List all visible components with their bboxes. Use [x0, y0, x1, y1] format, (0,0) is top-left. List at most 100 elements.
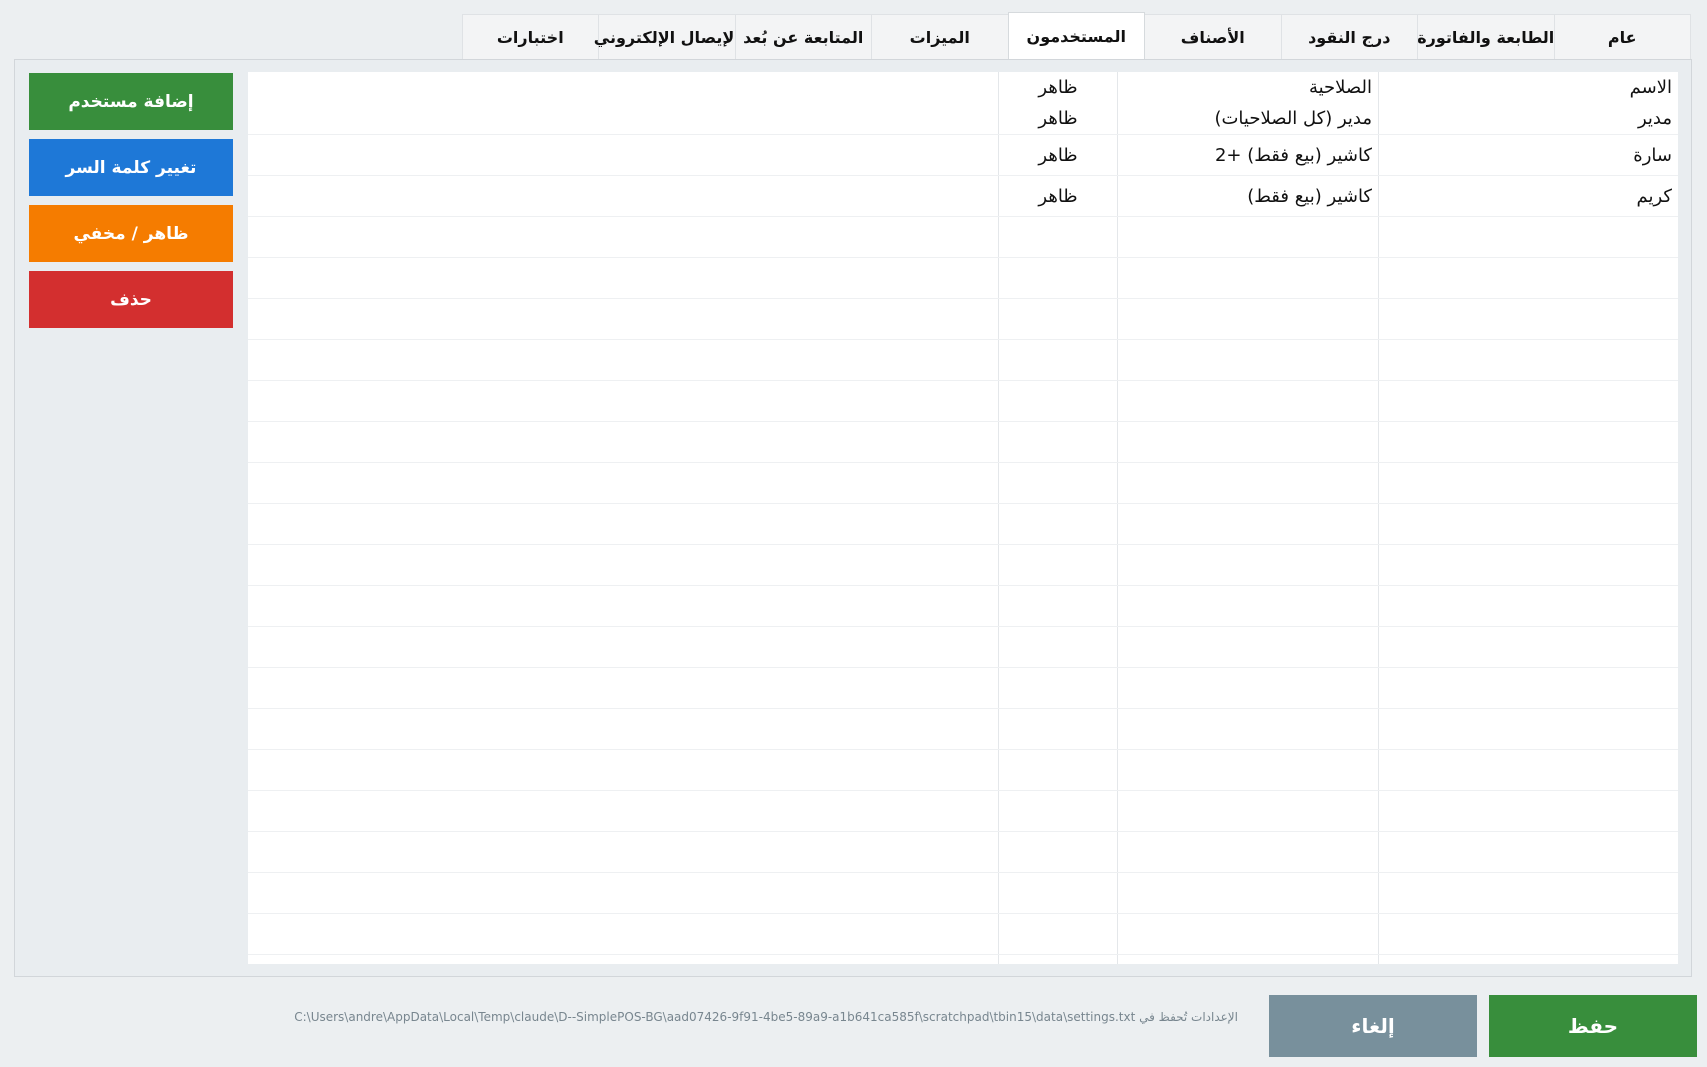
empty-cell: [248, 668, 998, 708]
empty-cell: [998, 217, 1117, 257]
cancel-button[interactable]: إلغاء: [1269, 995, 1477, 1057]
empty-cell: [1378, 709, 1678, 749]
empty-cell: [998, 627, 1117, 667]
empty-cell: [248, 545, 998, 585]
cell-empty: [248, 103, 998, 134]
tab-general[interactable]: عام: [1553, 14, 1691, 59]
empty-table-row: [248, 627, 1678, 668]
empty-table-row: [248, 914, 1678, 955]
column-header-name[interactable]: الاسم: [1378, 72, 1678, 103]
tab-features[interactable]: الميزات: [871, 14, 1009, 59]
table-row[interactable]: كريم كاشير (بيع فقط) ظاهر: [248, 176, 1678, 217]
empty-cell: [248, 873, 998, 913]
cell-user-visibility: ظاهر: [998, 176, 1117, 216]
empty-table-row: [248, 709, 1678, 750]
empty-cell: [998, 955, 1117, 964]
empty-cell: [248, 586, 998, 626]
empty-cell: [1378, 668, 1678, 708]
settings-path-note: الإعدادات تُحفظ في C:\Users\andre\AppDat…: [294, 1010, 1238, 1024]
tab-categories[interactable]: الأصناف: [1144, 14, 1282, 59]
empty-table-row: [248, 668, 1678, 709]
empty-cell: [998, 422, 1117, 462]
empty-cell: [1117, 504, 1378, 544]
empty-cell: [1378, 586, 1678, 626]
cell-user-name: سارة: [1378, 135, 1678, 175]
column-header-role[interactable]: الصلاحية: [1117, 72, 1378, 103]
cell-user-role: كاشير (بيع فقط): [1117, 176, 1378, 216]
empty-cell: [1117, 217, 1378, 257]
empty-cell: [1378, 217, 1678, 257]
empty-cell: [1117, 299, 1378, 339]
empty-cell: [248, 463, 998, 503]
empty-cell: [998, 873, 1117, 913]
empty-table-row: [248, 463, 1678, 504]
empty-cell: [998, 750, 1117, 790]
empty-cell: [248, 299, 998, 339]
empty-cell: [1117, 709, 1378, 749]
empty-cell: [998, 340, 1117, 380]
column-header-visibility[interactable]: ظاهر: [998, 72, 1117, 103]
empty-cell: [998, 832, 1117, 872]
save-button[interactable]: حفظ: [1489, 995, 1697, 1057]
empty-table-row: [248, 217, 1678, 258]
empty-table-row: [248, 299, 1678, 340]
tab-users[interactable]: المستخدمون: [1007, 12, 1145, 59]
empty-cell: [248, 627, 998, 667]
empty-cell: [1378, 750, 1678, 790]
empty-cell: [998, 381, 1117, 421]
delete-user-button[interactable]: حذف: [29, 271, 233, 328]
empty-cell: [248, 709, 998, 749]
empty-cell: [998, 914, 1117, 954]
empty-cell: [1378, 914, 1678, 954]
empty-table-row: [248, 750, 1678, 791]
empty-cell: [1378, 504, 1678, 544]
empty-cell: [1378, 545, 1678, 585]
empty-cell: [248, 955, 998, 964]
empty-cell: [1378, 791, 1678, 831]
change-password-button[interactable]: تغيير كلمة السر: [29, 139, 233, 196]
empty-cell: [1117, 873, 1378, 913]
empty-cell: [1117, 258, 1378, 298]
empty-cell: [248, 340, 998, 380]
empty-table-row: [248, 422, 1678, 463]
empty-cell: [1378, 381, 1678, 421]
toggle-visibility-button[interactable]: ظاهر / مخفي: [29, 205, 233, 262]
empty-cell: [1117, 955, 1378, 964]
empty-table-row: [248, 791, 1678, 832]
empty-cell: [1117, 668, 1378, 708]
empty-cell: [998, 586, 1117, 626]
users-grid[interactable]: الاسم الصلاحية ظاهر مدير مدير (كل الصلاح…: [248, 72, 1678, 964]
settings-tabbar: عام الطابعة والفاتورة درج النقود الأصناف…: [461, 12, 1691, 59]
empty-table-row: [248, 545, 1678, 586]
empty-cell: [1117, 627, 1378, 667]
empty-cell: [998, 463, 1117, 503]
table-row[interactable]: سارة كاشير (بيع فقط) +2 ظاهر: [248, 135, 1678, 176]
user-actions: إضافة مستخدم تغيير كلمة السر ظاهر / مخفي…: [29, 73, 233, 328]
tab-remote-monitoring[interactable]: المتابعة عن بُعد: [734, 14, 872, 59]
tab-printer-invoice[interactable]: الطابعة والفاتورة: [1417, 14, 1555, 59]
empty-cell: [248, 504, 998, 544]
tab-e-receipt[interactable]: الإيصال الإلكتروني: [594, 14, 740, 59]
empty-cell: [248, 791, 998, 831]
empty-table-row: [248, 340, 1678, 381]
empty-cell: [248, 258, 998, 298]
empty-cell: [248, 832, 998, 872]
empty-cell: [1117, 422, 1378, 462]
empty-cell: [248, 381, 998, 421]
tab-cash-drawer[interactable]: درج النقود: [1280, 14, 1418, 59]
empty-cell: [1117, 340, 1378, 380]
empty-cell: [998, 709, 1117, 749]
empty-cell: [998, 504, 1117, 544]
column-header-empty: [248, 72, 998, 103]
empty-cell: [1378, 340, 1678, 380]
empty-table-row: [248, 258, 1678, 299]
empty-table-row: [248, 504, 1678, 545]
tab-tests[interactable]: اختبارات: [461, 14, 599, 59]
settings-window: عام الطابعة والفاتورة درج النقود الأصناف…: [0, 0, 1707, 1067]
empty-cell: [998, 258, 1117, 298]
empty-table-row: [248, 832, 1678, 873]
add-user-button[interactable]: إضافة مستخدم: [29, 73, 233, 130]
cell-user-role: مدير (كل الصلاحيات): [1117, 103, 1378, 134]
empty-cell: [1378, 299, 1678, 339]
table-row[interactable]: مدير مدير (كل الصلاحيات) ظاهر: [248, 103, 1678, 135]
